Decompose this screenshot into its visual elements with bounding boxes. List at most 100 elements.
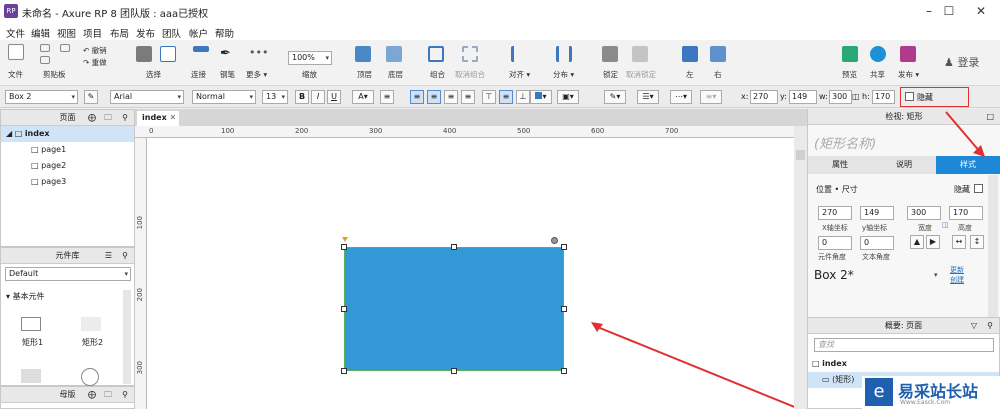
add-folder-icon[interactable]: 🗀 (104, 110, 112, 125)
unlock-icon[interactable] (632, 46, 648, 62)
page-tree-root[interactable]: ◢ □ index (1, 126, 134, 142)
page-tree-item[interactable]: □ page1 (1, 142, 134, 158)
resize-handle[interactable] (451, 368, 457, 374)
bullet-list-button[interactable]: ≡ (380, 90, 394, 104)
search-icon[interactable]: ⚲ (122, 387, 128, 402)
widget-name-input[interactable]: (矩形名称) (814, 133, 876, 152)
line-color-button[interactable]: ✎▾ (604, 90, 626, 104)
redo-button[interactable]: ↷ 重做 (83, 57, 107, 68)
box-2-rectangle[interactable] (344, 247, 564, 371)
width-input[interactable]: 300 (907, 206, 941, 220)
canvas-vertical-scrollbar[interactable] (794, 126, 807, 409)
publish-icon[interactable] (900, 46, 916, 62)
height-input[interactable]: 170 (949, 206, 983, 220)
outline-root[interactable]: □ index (812, 356, 847, 372)
library-scrollbar[interactable] (123, 290, 131, 384)
distribute-icon[interactable] (556, 46, 572, 62)
shadow-button[interactable]: ▣▾ (557, 90, 579, 104)
preview-icon[interactable] (842, 46, 858, 62)
close-tab-icon[interactable]: ✕ (170, 113, 177, 122)
corner-radius-handle[interactable] (342, 237, 348, 242)
menu-view[interactable]: 视图 (57, 26, 76, 40)
cut-icon[interactable] (60, 44, 70, 52)
resize-handle[interactable] (561, 244, 567, 250)
share-icon[interactable] (870, 46, 886, 62)
resize-handle[interactable] (341, 306, 347, 312)
close-icon[interactable]: ✕ (966, 2, 996, 20)
design-canvas[interactable] (147, 138, 803, 409)
menu-layout[interactable]: 布局 (110, 26, 129, 40)
copy-icon[interactable] (40, 44, 50, 52)
font-color-button[interactable]: A▾ (352, 90, 374, 104)
add-page-icon[interactable]: ⨁ (88, 110, 96, 125)
flip-horizontal-icon[interactable]: ▲ (910, 235, 924, 249)
search-icon[interactable]: ⚲ (122, 248, 128, 263)
resize-handle[interactable] (341, 244, 347, 250)
undo-button[interactable]: ↶ 撤销 (83, 45, 107, 56)
italic-button[interactable]: I (311, 90, 325, 104)
inspector-scrollbar[interactable] (988, 175, 998, 318)
style-name[interactable]: Box 2* (814, 268, 854, 282)
left-icon[interactable] (682, 46, 698, 62)
arrow-style-button[interactable]: ≡▾ (700, 90, 722, 104)
menu-file[interactable]: 文件 (6, 26, 25, 40)
w-input[interactable]: 300 (829, 90, 852, 104)
resize-handle[interactable] (561, 306, 567, 312)
x-coordinate-input[interactable]: 270 (818, 206, 852, 220)
search-icon[interactable]: ⚲ (122, 110, 128, 125)
add-folder-icon[interactable]: 🗀 (104, 387, 112, 402)
menu-icon[interactable]: ☰ (105, 248, 112, 263)
add-master-icon[interactable]: ⨁ (88, 387, 96, 402)
create-style-link[interactable]: 创建 (950, 275, 964, 285)
menu-edit[interactable]: 编辑 (31, 26, 50, 40)
fit-height-icon[interactable]: ↕ (970, 235, 984, 249)
flip-vertical-icon[interactable]: ▶ (926, 235, 940, 249)
menu-publish[interactable]: 发布 (136, 26, 155, 40)
page-tree-item[interactable]: □ page3 (1, 174, 134, 190)
font-size-select[interactable]: 13 ▾ (262, 90, 288, 104)
resize-handle[interactable] (561, 368, 567, 374)
align-icon[interactable] (511, 46, 527, 62)
connect-icon[interactable] (193, 46, 209, 52)
lock-icon[interactable] (602, 46, 618, 62)
scroll-thumb[interactable] (796, 150, 805, 160)
align-justify-button[interactable]: ≡ (461, 90, 475, 104)
right-icon[interactable] (710, 46, 726, 62)
send-to-back-icon[interactable] (386, 46, 402, 62)
h-input[interactable]: 170 (872, 90, 895, 104)
hidden-checkbox[interactable] (905, 92, 914, 101)
paste-icon[interactable] (40, 56, 50, 64)
line-width-button[interactable]: ☰▾ (637, 90, 659, 104)
chevron-down-icon[interactable]: ▾ (934, 271, 938, 279)
y-input[interactable]: 149 (789, 90, 817, 104)
pen-icon[interactable]: ✒ (220, 46, 236, 62)
select-mode-icon[interactable] (136, 46, 152, 62)
rectangle1-widget-icon[interactable] (21, 317, 41, 331)
fit-width-icon[interactable]: ↔ (952, 235, 966, 249)
update-style-link[interactable]: 更新 (950, 265, 964, 275)
file-icon[interactable] (8, 44, 24, 60)
group-icon[interactable] (428, 46, 444, 62)
tab-properties[interactable]: 属性 (808, 156, 872, 174)
select-contained-icon[interactable] (160, 46, 176, 62)
bring-to-front-icon[interactable] (355, 46, 371, 62)
publish-button[interactable]: 发布 ▾ (898, 69, 919, 80)
rotation-input[interactable]: 0 (818, 236, 852, 250)
maximize-icon[interactable]: ☐ (934, 2, 964, 20)
valign-middle-button[interactable]: ≡ (499, 90, 513, 104)
font-select[interactable]: Arial ▾ (110, 90, 184, 104)
align-right-button[interactable]: ≡ (444, 90, 458, 104)
underline-button[interactable]: U (327, 90, 341, 104)
more-icon[interactable]: ••• (249, 46, 268, 62)
font-weight-select[interactable]: Normal ▾ (192, 90, 256, 104)
outline-search-input[interactable]: 查找 (814, 338, 994, 352)
menu-project[interactable]: 项目 (83, 26, 102, 40)
align-center-button[interactable]: ≡ (427, 90, 441, 104)
distribute-button[interactable]: 分布 ▾ (553, 69, 574, 80)
fill-color-button[interactable]: ▾ (530, 90, 552, 104)
more-button[interactable]: 更多 ▾ (246, 69, 267, 80)
align-left-button[interactable]: ≡ (410, 90, 424, 104)
align-button[interactable]: 对齐 ▾ (509, 69, 530, 80)
tab-index[interactable]: index ✕ (137, 111, 179, 126)
resize-handle[interactable] (341, 368, 347, 374)
